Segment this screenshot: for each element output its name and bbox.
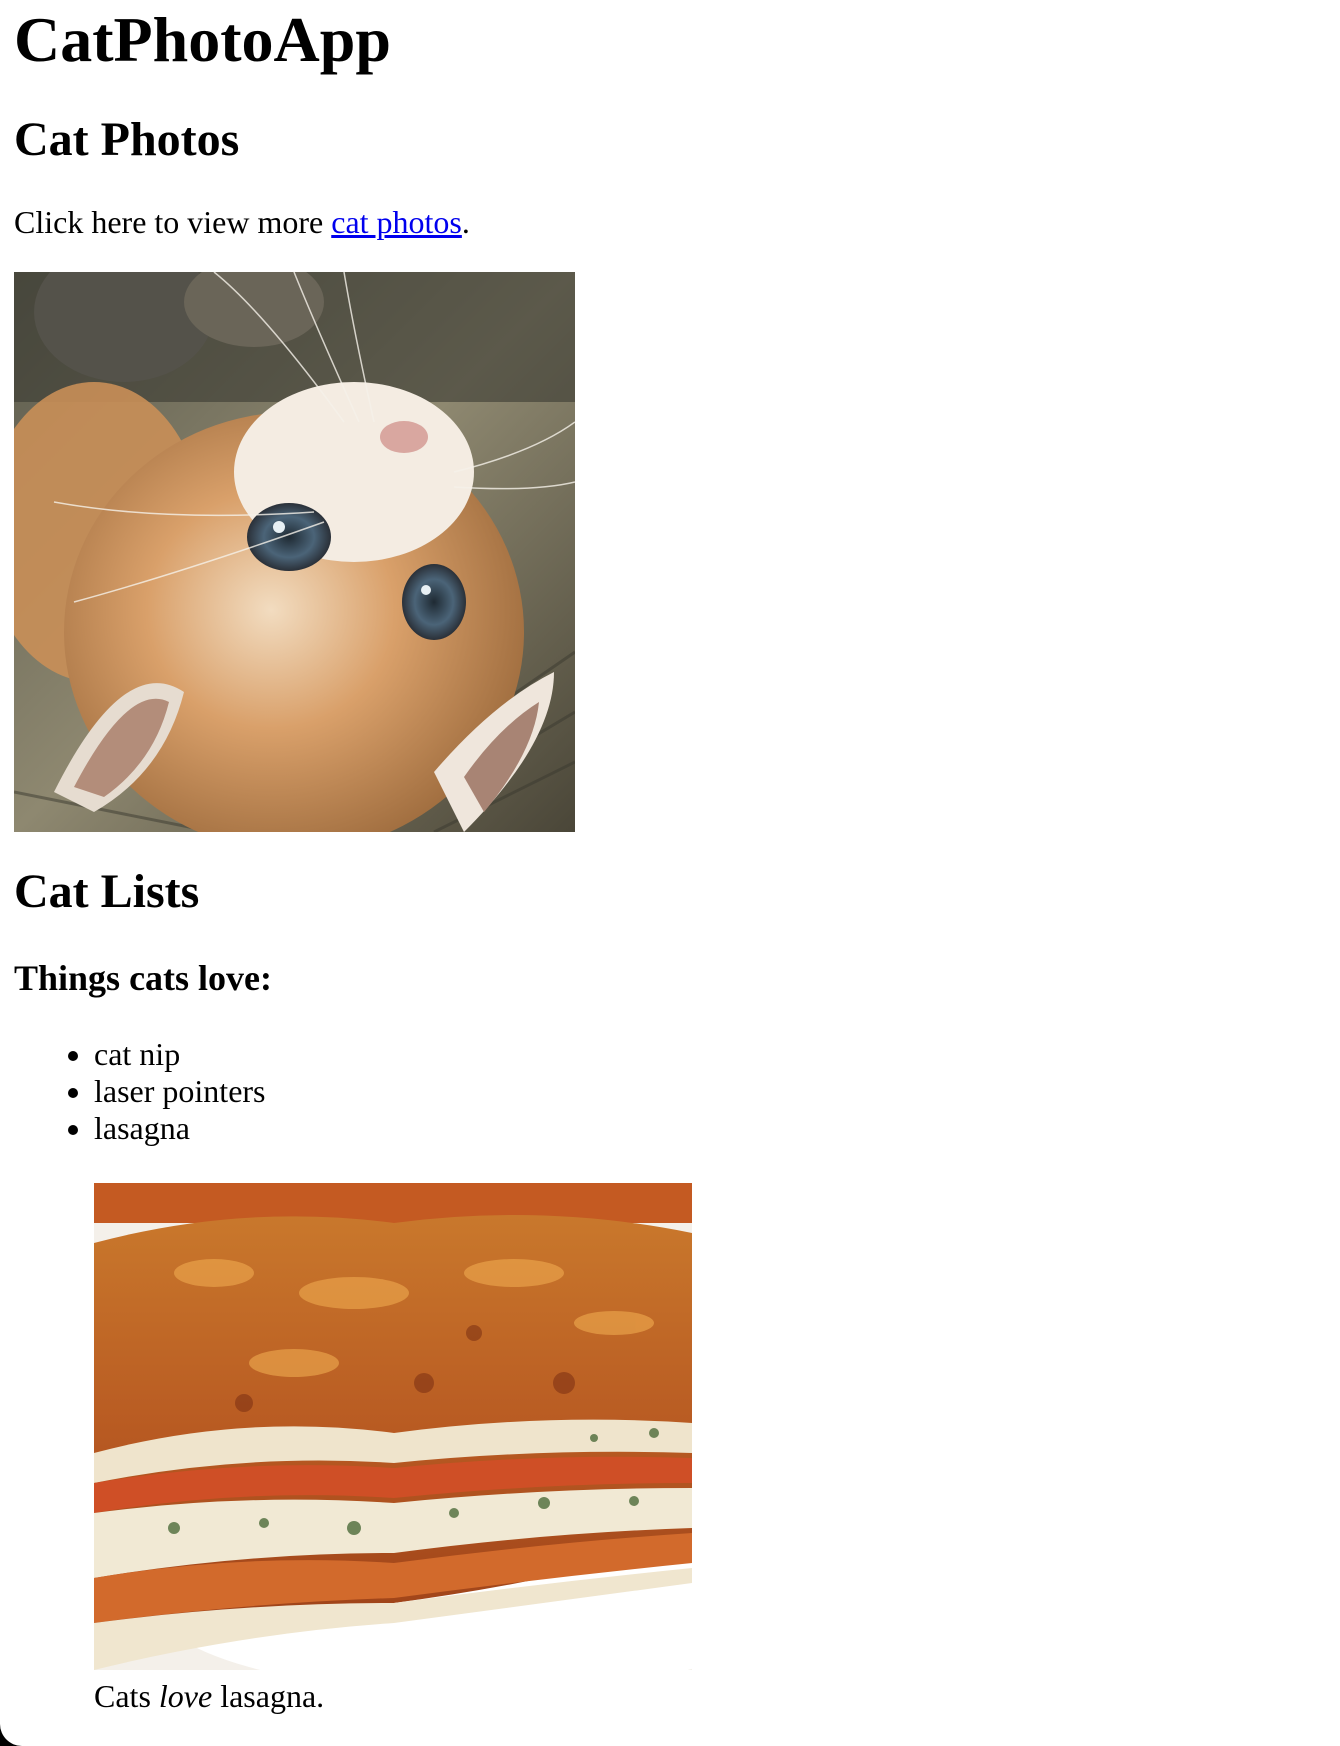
lasagna-photo bbox=[94, 1183, 692, 1670]
cat-lists-heading: Cat Lists bbox=[14, 865, 200, 918]
app-title: CatPhotoApp bbox=[14, 4, 391, 75]
page-main: CatPhotoApp Cat Photos Click here to vie… bbox=[0, 0, 1340, 1716]
list-item: lasagna bbox=[94, 1110, 1326, 1147]
caption-text-start: Cats bbox=[94, 1678, 159, 1714]
window-corner-mask bbox=[0, 1724, 22, 1746]
caption-text-end: lasagna. bbox=[212, 1678, 325, 1714]
lasagna-image bbox=[94, 1183, 692, 1670]
cat-photos-link[interactable]: cat photos bbox=[331, 204, 462, 240]
cat-photos-heading: Cat Photos bbox=[14, 113, 240, 166]
lasagna-caption: Cats love lasagna. bbox=[94, 1676, 1326, 1716]
kitten-image bbox=[14, 272, 575, 832]
cat-photos-section: Cat Photos Click here to view more cat p… bbox=[14, 112, 1326, 832]
list-item: cat nip bbox=[94, 1036, 1326, 1073]
window-corner bbox=[0, 1724, 22, 1746]
more-photos-period: . bbox=[461, 204, 470, 240]
more-photos-paragraph: Click here to view more cat photos. bbox=[14, 202, 1326, 242]
list-item: laser pointers bbox=[94, 1073, 1326, 1110]
caption-emphasis: love bbox=[158, 1678, 213, 1714]
kitten-photo[interactable] bbox=[14, 272, 575, 832]
more-photos-text: Click here to view more bbox=[14, 204, 332, 240]
things-cats-love-list: cat nip laser pointers lasagna bbox=[14, 1036, 1326, 1147]
cat-lists-section: Cat Lists Things cats love: cat nip lase… bbox=[14, 864, 1326, 1716]
things-cats-love-heading: Things cats love: bbox=[14, 958, 273, 998]
lasagna-figure: Cats love lasagna. bbox=[94, 1183, 1326, 1716]
